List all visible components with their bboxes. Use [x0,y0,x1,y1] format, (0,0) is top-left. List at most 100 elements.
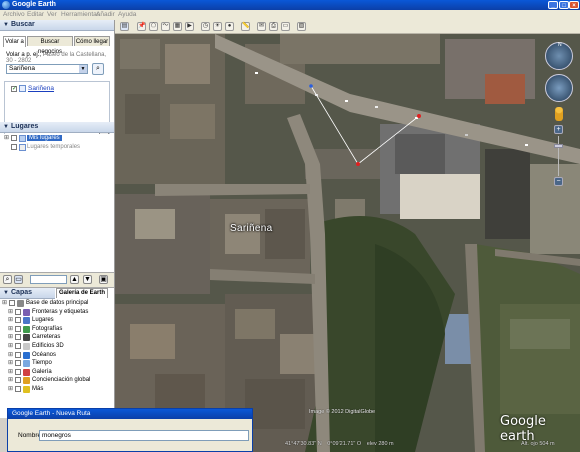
search-input[interactable]: Sariñena ▼ [6,64,88,74]
layer-checkbox[interactable] [15,308,21,315]
expand-icon[interactable]: ⊞ [8,359,13,366]
tab-buscar-negocios[interactable]: Buscar negocios [27,36,73,55]
planets-icon[interactable]: ● [225,22,234,31]
expand-icon[interactable]: ⊞ [8,333,13,340]
street-view-pegman-icon[interactable] [555,107,563,121]
down-arrow-icon[interactable]: ▼ [83,275,92,284]
menu-editar[interactable]: Editar [27,10,44,20]
layer-item[interactable]: Tiempo [32,360,52,366]
sunlight-icon[interactable]: ☀ [213,22,222,31]
layers-panel: ▼ Capas Galería de Earth ⊞ Base de datos … [0,288,114,418]
result-link-sarinena[interactable]: Sariñena [28,85,54,92]
layer-checkbox[interactable] [9,300,15,306]
expand-icon[interactable]: ⊞ [8,316,13,323]
menu-archivo[interactable]: Archivo [3,10,25,20]
path-name-field[interactable] [39,430,249,441]
up-arrow-icon[interactable]: ▲ [70,275,79,284]
print-icon[interactable]: ⎙ [269,22,278,31]
toggle-panel-icon[interactable]: ▭ [14,275,23,284]
places-item-my-places[interactable]: Mis lugares [27,135,62,141]
ruler-icon[interactable]: 📏 [241,22,250,31]
places-item-temporary[interactable]: Lugares temporales [27,144,80,150]
move-control[interactable] [545,74,573,102]
expand-icon[interactable]: ⊞ [8,342,13,349]
expand-icon[interactable]: ⊞ [4,134,9,141]
collapse-triangle-icon[interactable]: ▼ [3,20,9,30]
expand-icon[interactable]: ⊞ [8,325,13,332]
layer-item[interactable]: Más [32,386,43,392]
tab-como-llegar[interactable]: Cómo llegar [74,36,110,46]
search-icon[interactable]: ⌕ [3,275,12,284]
layer-checkbox[interactable] [15,386,21,392]
save-image-icon[interactable]: ▭ [281,22,290,31]
places-filter-input[interactable] [30,275,67,284]
polygon-icon[interactable]: ⬠ [149,22,158,31]
email-icon[interactable]: ✉ [257,22,266,31]
layer-item[interactable]: Base de datos principal [26,300,88,306]
places-panel-header[interactable]: ▼ Lugares [0,122,114,133]
tour-icon[interactable]: ▶ [185,22,194,31]
new-path-dialog: Google Earth - Nueva Ruta Nombre: [7,408,253,452]
layer-checkbox[interactable] [15,343,21,349]
close-button[interactable]: × [569,1,579,9]
layer-checkbox[interactable] [15,377,21,384]
chevron-down-icon[interactable]: ▼ [79,65,87,73]
place-label[interactable]: Sariñena [230,223,272,234]
layer-item[interactable]: Concienciación global [32,377,90,383]
expand-icon[interactable]: ⊞ [2,299,7,306]
layer-item[interactable]: Galería [32,369,52,375]
folder-icon [19,135,26,142]
layer-checkbox[interactable] [15,360,21,367]
places-icon [23,317,30,325]
layer-item[interactable]: Carreteras [32,334,60,340]
collapse-triangle-icon[interactable]: ▼ [3,122,9,132]
look-control[interactable]: N [545,42,573,70]
tab-volar-a[interactable]: Volar a [3,36,26,47]
map-toolbar: ▤ 📌 ⬠ 〜 ▦ ▶ ◷ ☀ ● 📏 ✉ ⎙ ▭ ▨ [115,20,580,34]
add-folder-icon[interactable]: ▣ [99,275,108,284]
layer-item[interactable]: Lugares [32,317,54,323]
layer-checkbox[interactable] [15,334,21,341]
search-panel-header[interactable]: ▼ Buscar [0,20,114,31]
layer-checkbox[interactable] [15,317,21,324]
menu-ver[interactable]: Ver [47,10,57,20]
zoom-out-button[interactable]: − [554,177,563,186]
north-indicator: N [558,42,562,48]
layers-panel-header[interactable]: ▼ Capas [0,288,55,299]
layer-item[interactable]: Fronteras y etiquetas [32,309,88,315]
zoom-in-button[interactable]: + [554,125,563,134]
sidebar-toggle-icon[interactable]: ▤ [120,22,129,31]
layer-item[interactable]: Edificios 3D [32,343,64,349]
result-checkbox[interactable]: ✓ [11,86,17,92]
historical-imagery-icon[interactable]: ◷ [201,22,210,31]
map-viewport[interactable]: N + − Sariñena Image © 2012 DigitalGlobe… [115,34,580,452]
layer-item[interactable]: Fotografías [32,326,62,332]
expand-icon[interactable]: ⊞ [8,368,13,375]
expand-icon[interactable]: ⊞ [8,308,13,315]
search-icon[interactable]: ⌕ [92,63,104,75]
menu-ayuda[interactable]: Ayuda [118,10,136,20]
expand-icon[interactable]: ⊞ [8,376,13,383]
layer-checkbox[interactable] [15,351,21,358]
zoom-slider-track[interactable] [558,136,559,176]
menu-herramientas[interactable]: Herramientas [61,10,100,20]
collapse-triangle-icon[interactable]: ▼ [3,288,9,298]
minimize-button[interactable]: _ [548,1,558,9]
layer-item[interactable]: Océanos [32,352,56,358]
tab-galeria-earth[interactable]: Galería de Earth [56,288,108,298]
expand-icon[interactable]: ⊞ [8,351,13,358]
menu-anadir[interactable]: Añadir [96,10,115,20]
image-overlay-icon[interactable]: ▦ [173,22,182,31]
google-maps-icon[interactable]: ▨ [297,22,306,31]
placemark-icon[interactable]: 📌 [137,22,146,31]
maximize-button[interactable]: □ [559,1,569,9]
my-places-checkbox[interactable] [11,135,17,141]
expand-icon[interactable]: ⊞ [8,385,13,392]
path-icon[interactable]: 〜 [161,22,170,31]
layer-checkbox[interactable] [15,325,21,332]
zoom-slider-thumb[interactable] [554,144,563,148]
temporary-places-checkbox[interactable] [11,144,17,150]
layer-checkbox[interactable] [15,368,21,375]
satellite-imagery [115,34,580,452]
menu-bar: Archivo Editar Ver Herramientas Añadir A… [0,10,580,20]
